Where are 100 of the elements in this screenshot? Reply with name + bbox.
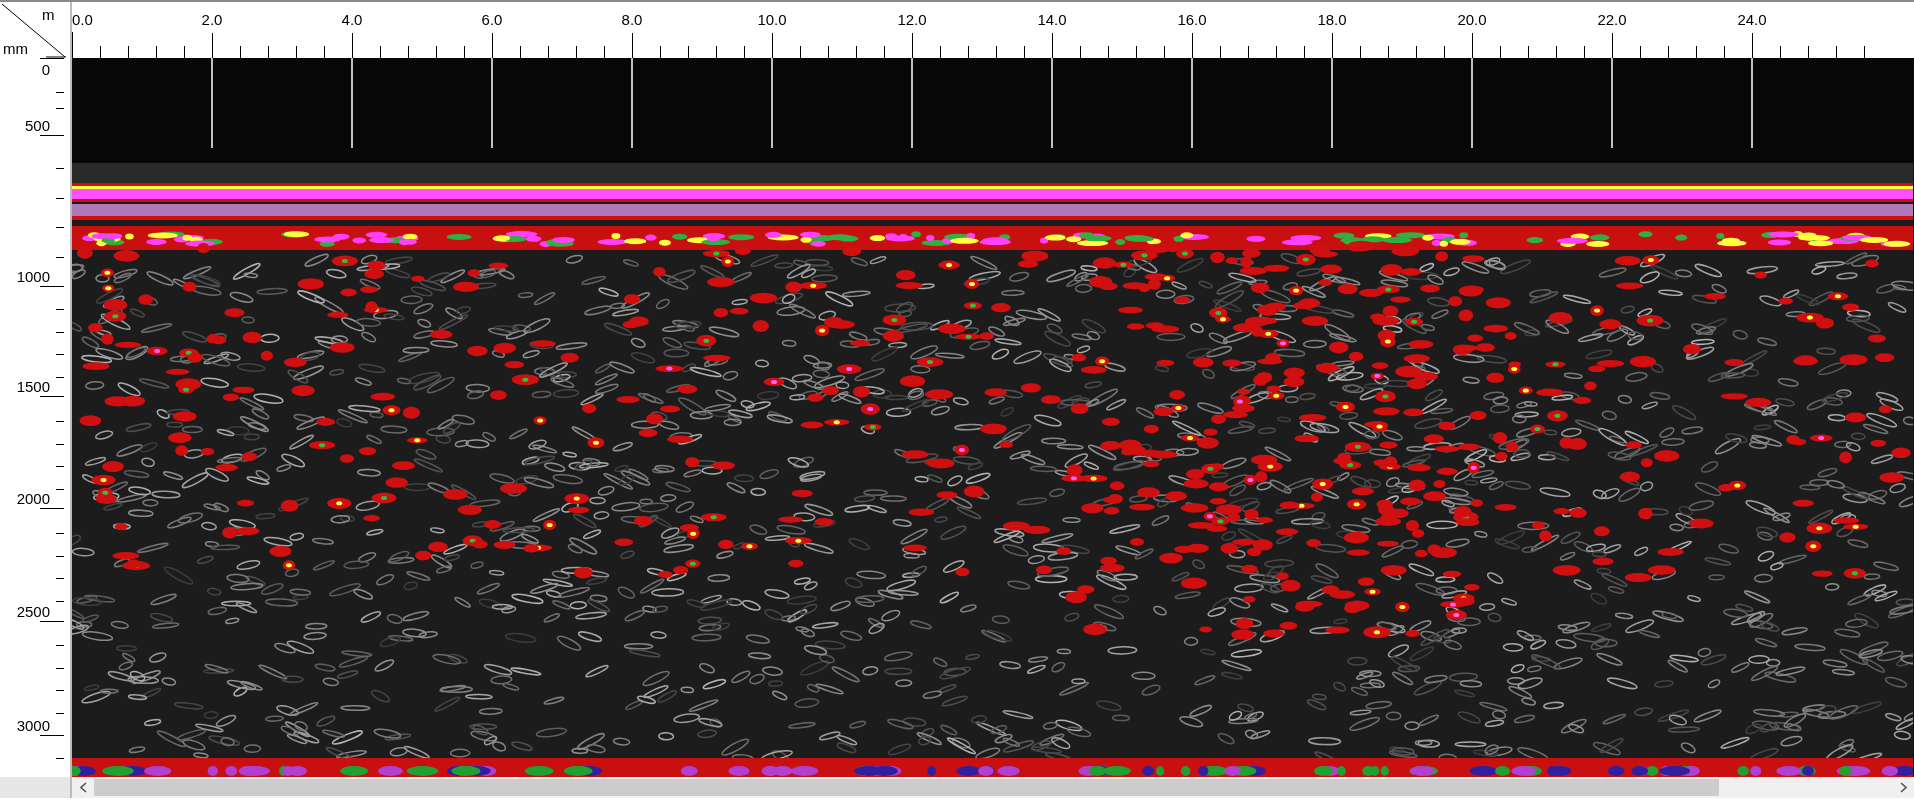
minor-tick xyxy=(856,46,857,58)
minor-tick xyxy=(56,600,64,602)
minor-tick xyxy=(1024,46,1025,58)
minor-tick xyxy=(604,46,605,58)
minor-tick xyxy=(1304,46,1305,58)
minor-tick xyxy=(184,46,185,58)
major-tick xyxy=(772,33,773,58)
minor-tick xyxy=(56,331,64,333)
minor-tick xyxy=(156,46,157,58)
major-tick xyxy=(1612,33,1613,58)
major-tick xyxy=(40,58,64,59)
minor-tick xyxy=(1276,46,1277,58)
minor-tick xyxy=(1556,46,1557,58)
minor-tick xyxy=(56,578,64,580)
depth-label: 2000 xyxy=(16,490,50,507)
major-tick xyxy=(40,396,64,397)
minor-tick xyxy=(268,46,269,58)
minor-tick xyxy=(884,46,885,58)
minor-tick xyxy=(1108,46,1109,58)
minor-tick xyxy=(1136,46,1137,58)
minor-tick xyxy=(56,309,64,311)
minor-tick xyxy=(56,354,64,356)
depth-label: 500 xyxy=(24,117,50,134)
minor-tick xyxy=(1248,46,1249,58)
minor-tick xyxy=(1668,46,1669,58)
distance-label: 22.0 xyxy=(1597,11,1627,28)
minor-tick xyxy=(1864,46,1865,58)
minor-tick xyxy=(716,46,717,58)
minor-tick xyxy=(56,712,64,714)
major-tick xyxy=(492,33,493,58)
major-tick xyxy=(1472,33,1473,58)
minor-tick xyxy=(744,46,745,58)
distance-label: 24.0 xyxy=(1737,11,1767,28)
minor-tick xyxy=(56,488,64,490)
minor-tick xyxy=(56,197,64,199)
minor-tick xyxy=(56,257,64,259)
minor-tick xyxy=(56,667,64,669)
minor-tick xyxy=(660,46,661,58)
minor-tick xyxy=(996,46,997,58)
major-tick xyxy=(1332,33,1333,58)
minor-tick xyxy=(940,46,941,58)
minor-tick xyxy=(548,46,549,58)
minor-tick xyxy=(128,46,129,58)
minor-tick xyxy=(1220,46,1221,58)
major-tick xyxy=(40,621,64,622)
depth-label: 1500 xyxy=(16,378,50,395)
major-tick xyxy=(40,508,64,509)
minor-tick xyxy=(56,690,64,692)
major-tick xyxy=(632,33,633,58)
minor-tick xyxy=(324,46,325,58)
minor-tick xyxy=(56,376,64,378)
major-tick xyxy=(212,33,213,58)
depth-label: 1000 xyxy=(16,268,50,285)
major-tick xyxy=(912,33,913,58)
minor-tick xyxy=(828,46,829,58)
minor-tick xyxy=(1836,46,1837,58)
minor-tick xyxy=(968,46,969,58)
scrollbar-thumb[interactable] xyxy=(94,779,1719,796)
minor-tick xyxy=(1416,46,1417,58)
minor-tick xyxy=(408,46,409,58)
minor-tick xyxy=(576,46,577,58)
major-tick xyxy=(1192,33,1193,58)
minor-tick xyxy=(464,46,465,58)
minor-tick xyxy=(240,46,241,58)
minor-tick xyxy=(1528,46,1529,58)
minor-tick xyxy=(56,421,64,423)
minor-tick xyxy=(56,555,64,557)
minor-tick xyxy=(56,108,64,109)
minor-tick xyxy=(1780,46,1781,58)
minor-tick xyxy=(56,758,64,759)
major-tick xyxy=(1052,33,1053,58)
distance-label: 6.0 xyxy=(481,11,503,28)
major-tick xyxy=(40,735,64,736)
minor-tick xyxy=(56,92,64,93)
distance-label: 12.0 xyxy=(897,11,927,28)
diagonal-line xyxy=(0,2,66,58)
minor-tick xyxy=(1388,46,1389,58)
major-tick xyxy=(352,33,353,58)
minor-tick xyxy=(1696,46,1697,58)
minor-tick xyxy=(56,533,64,535)
distance-label: 14.0 xyxy=(1037,11,1067,28)
distance-label: 20.0 xyxy=(1457,11,1487,28)
minor-tick xyxy=(100,46,101,58)
distance-label: 2.0 xyxy=(201,11,223,28)
major-tick xyxy=(40,286,64,287)
minor-tick xyxy=(56,645,64,647)
distance-label: 4.0 xyxy=(341,11,363,28)
y-unit-label: mm xyxy=(3,40,28,57)
minor-tick xyxy=(56,227,64,229)
depth-label: 2500 xyxy=(16,603,50,620)
chevron-left-icon xyxy=(79,782,87,793)
distance-label: 10.0 xyxy=(757,11,787,28)
minor-tick xyxy=(1808,46,1809,58)
minor-tick xyxy=(1360,46,1361,58)
chevron-right-icon xyxy=(1899,782,1907,793)
minor-tick xyxy=(1724,46,1725,58)
major-tick xyxy=(40,135,64,136)
minor-tick xyxy=(1640,46,1641,58)
distance-label: 18.0 xyxy=(1317,11,1347,28)
minor-tick xyxy=(56,466,64,468)
